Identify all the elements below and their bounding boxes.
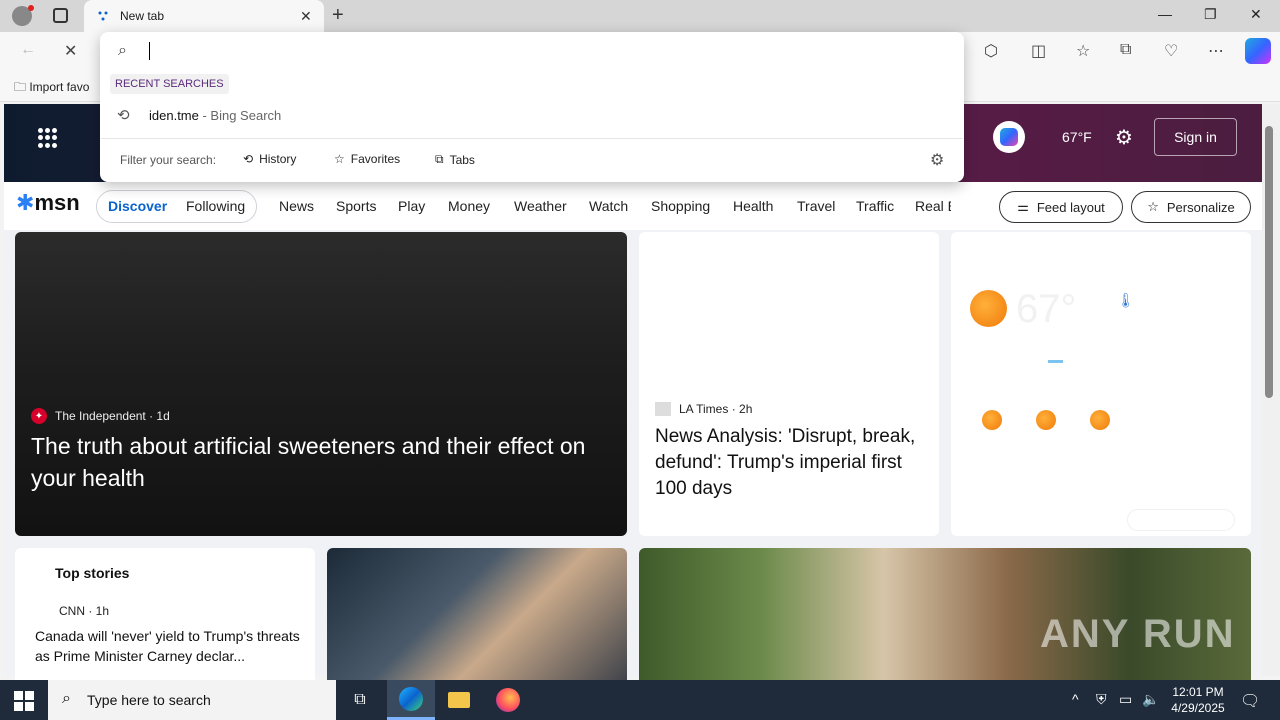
scrollbar-thumb[interactable] (1265, 126, 1273, 398)
dropdown-divider (101, 138, 963, 139)
minimize-button[interactable]: — (1158, 6, 1172, 22)
app-launcher-icon[interactable] (38, 128, 58, 148)
personalize-button[interactable]: ☆ Personalize (1131, 191, 1251, 223)
sign-in-button[interactable]: Sign in (1154, 118, 1237, 156)
category-play[interactable]: Play (398, 198, 425, 214)
search-icon: ⌕ (62, 690, 71, 707)
history-icon: ⟲ (117, 107, 130, 124)
filter-favorites-button[interactable]: ☆ Favorites (334, 152, 400, 166)
copilot-icon[interactable] (1245, 38, 1271, 64)
the-independent-logo: ✦ (31, 408, 47, 424)
category-real-estate[interactable]: Real E (915, 198, 951, 214)
category-money[interactable]: Money (448, 198, 490, 214)
browser-essentials-icon[interactable]: ♡ (1164, 41, 1178, 61)
tab-discover[interactable]: Discover (108, 198, 167, 214)
tab-actions-icon[interactable] (53, 8, 68, 23)
top-story-headline[interactable]: Canada will 'never' yield to Trump's thr… (35, 626, 300, 666)
close-window-button[interactable]: ✕ (1250, 6, 1262, 23)
gear-icon[interactable]: ⚙ (930, 150, 944, 170)
network-icon[interactable]: ▭ (1119, 691, 1132, 708)
file-explorer-icon[interactable] (435, 680, 483, 720)
la-times-source: LA Times · 2h (679, 402, 753, 416)
loading-spinner-icon (98, 11, 108, 21)
clock[interactable]: 12:01 PM 4/29/2025 (1163, 684, 1233, 716)
category-travel[interactable]: Travel (797, 198, 835, 214)
la-times-headline[interactable]: News Analysis: 'Disrupt, break, defund':… (655, 424, 925, 502)
forecast-sun-icon-2 (1036, 410, 1056, 430)
stop-loading-button[interactable]: ✕ (64, 41, 77, 61)
favorites-icon[interactable]: ☆ (1076, 41, 1090, 61)
sparkle-icon: ☆ (1147, 199, 1159, 214)
feed-layout-button[interactable]: ⚌ Feed layout (999, 191, 1123, 223)
tab-title: New tab (120, 9, 165, 23)
security-icon[interactable]: ⛨ (1096, 691, 1107, 708)
msn-logo[interactable]: ✱msn (16, 190, 80, 216)
filter-history-button[interactable]: ⟲ History (243, 152, 296, 166)
category-sports[interactable]: Sports (336, 198, 376, 214)
split-screen-icon[interactable]: ◫ (1031, 41, 1046, 61)
tab-following[interactable]: Following (186, 198, 245, 214)
new-tab-button[interactable]: + (332, 4, 344, 27)
edge-app-icon[interactable] (387, 680, 435, 720)
copilot-msn-icon[interactable] (993, 121, 1025, 153)
history-icon: ⟲ (243, 152, 254, 166)
category-news[interactable]: News (279, 198, 314, 214)
recent-searches-label: RECENT SEARCHES (110, 74, 229, 94)
task-view-icon[interactable]: ⧉ (336, 680, 384, 720)
weather-card[interactable] (951, 232, 1251, 536)
filter-label: Filter your search: (120, 153, 217, 167)
top-story-source: CNN · 1h (59, 604, 110, 618)
office-image-card[interactable] (327, 548, 627, 688)
forecast-sun-icon-3 (1090, 410, 1110, 430)
notification-center-icon[interactable]: 🗨 (1240, 691, 1260, 711)
back-button[interactable]: ← (20, 41, 36, 59)
hero-source: The Independent · 1d (55, 409, 170, 423)
filter-tabs-button[interactable]: ⧉ Tabs (435, 152, 475, 167)
recent-search-query[interactable]: iden.tme - Bing Search (149, 108, 281, 123)
firefox-icon[interactable] (484, 680, 532, 720)
thermometer-icon: 🌡 (1117, 292, 1135, 308)
weather-more-pill[interactable] (1127, 509, 1235, 531)
weather-temp: 67° (1016, 287, 1077, 331)
category-weather[interactable]: Weather (514, 198, 567, 214)
gear-icon[interactable]: ⚙ (1115, 125, 1133, 150)
collections-icon[interactable]: ⧉ (1120, 41, 1131, 59)
category-traffic[interactable]: Traffic (856, 198, 894, 214)
taskbar-search-input[interactable]: Type here to search (87, 692, 211, 708)
hero-headline[interactable]: The truth about artificial sweeteners an… (31, 430, 616, 494)
search-icon: ⌕ (118, 42, 127, 59)
header-temperature[interactable]: 67°F (1062, 129, 1092, 145)
tabs-icon: ⧉ (435, 152, 444, 166)
address-input[interactable] (149, 42, 150, 60)
star-icon: ☆ (334, 152, 345, 166)
sliders-icon: ⚌ (1017, 199, 1029, 214)
la-times-logo (655, 402, 671, 416)
weather-divider (1048, 360, 1063, 363)
volume-icon[interactable]: 🔈 (1142, 691, 1159, 708)
notification-dot (28, 5, 34, 11)
top-stories-title[interactable]: Top stories (55, 565, 129, 581)
import-favorites-link[interactable]: 🗀 Import favo (14, 78, 89, 99)
category-watch[interactable]: Watch (589, 198, 628, 214)
tab-close-icon[interactable]: ✕ (300, 8, 312, 25)
settings-more-icon[interactable]: ⋯ (1208, 41, 1224, 61)
category-shopping[interactable]: Shopping (651, 198, 710, 214)
show-hidden-icons[interactable]: ^ (1072, 691, 1079, 707)
anyrun-watermark: ANY RUN (1040, 612, 1236, 656)
forecast-sun-icon-1 (982, 410, 1002, 430)
restore-button[interactable]: ❐ (1204, 6, 1217, 23)
extensions-icon[interactable]: ⬡ (984, 41, 998, 61)
sun-icon (970, 290, 1007, 327)
category-health[interactable]: Health (733, 198, 773, 214)
start-button[interactable] (14, 691, 34, 711)
